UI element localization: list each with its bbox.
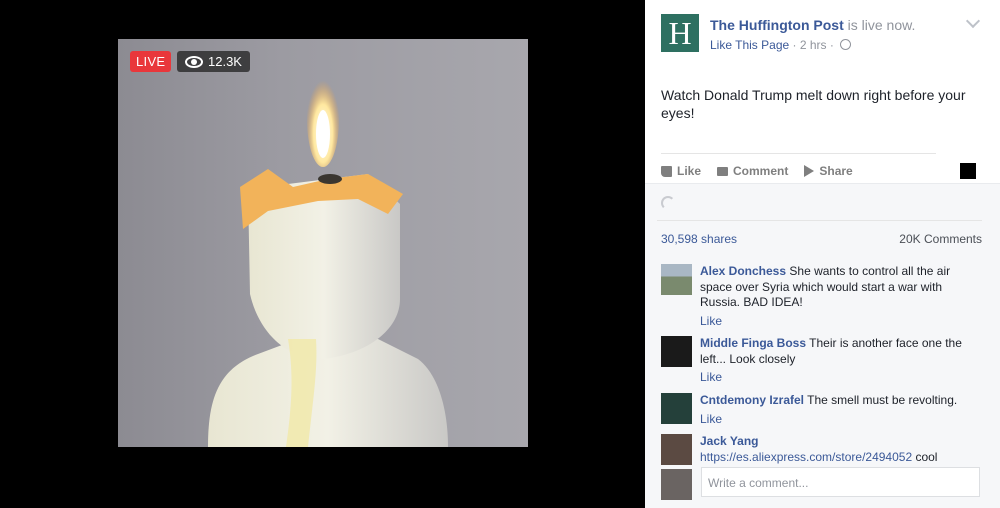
eye-icon xyxy=(185,55,203,68)
comments-section: 30,598 shares 20K Comments Alex Donchess… xyxy=(645,183,1000,508)
comment-text: The smell must be revolting. xyxy=(807,393,958,407)
avatar[interactable] xyxy=(661,336,692,367)
share-label: Share xyxy=(819,164,853,178)
comment-body: Middle Finga Boss Their is another face … xyxy=(700,336,965,386)
comment-like-link[interactable]: Like xyxy=(700,370,965,386)
comments-count[interactable]: 20K Comments xyxy=(899,232,982,246)
thumbs-up-icon xyxy=(661,165,672,177)
comment-like-link[interactable]: Like xyxy=(700,314,965,330)
share-icon xyxy=(804,165,815,177)
comment-icon xyxy=(717,166,729,176)
comment-author[interactable]: Alex Donchess xyxy=(700,264,786,278)
comment-input[interactable]: Write a comment... xyxy=(701,467,980,497)
view-count: 12.3K xyxy=(208,54,242,69)
globe-icon xyxy=(840,39,852,50)
page-avatar[interactable]: H xyxy=(661,14,699,52)
comment-text: cool xyxy=(912,449,938,464)
candle-image xyxy=(208,71,448,447)
avatar[interactable] xyxy=(661,393,692,424)
action-bar: Like Comment Share xyxy=(661,153,936,186)
like-page-link[interactable]: Like This Page xyxy=(710,38,789,52)
comment-author[interactable]: Middle Finga Boss xyxy=(700,336,806,350)
comment-author[interactable]: Cntdemony Izrafel xyxy=(700,393,804,407)
comment-link[interactable]: https://es.aliexpress.com/store/2494052 xyxy=(700,450,912,464)
page-name-link[interactable]: The Huffington Post xyxy=(710,17,844,33)
like-button[interactable]: Like xyxy=(661,164,701,178)
comment-button[interactable]: Comment xyxy=(717,164,788,178)
live-badge: LIVE xyxy=(130,51,172,72)
comment-like-link[interactable]: Like xyxy=(700,412,965,428)
share-button[interactable]: Share xyxy=(804,164,853,178)
comment-body: Cntdemony Izrafel The smell must be revo… xyxy=(700,393,965,427)
comment-body: Alex Donchess She wants to control all t… xyxy=(700,264,965,329)
post-time[interactable]: · 2 hrs · xyxy=(789,38,837,52)
post-panel: H The Huffington Post is live now. Like … xyxy=(645,0,1000,508)
chevron-down-icon[interactable] xyxy=(965,13,981,29)
loading-spinner-icon xyxy=(661,196,675,210)
view-count-badge: 12.3K xyxy=(177,51,250,72)
comment-body: Jack Yang https://es.aliexpress.com/stor… xyxy=(700,434,965,465)
current-user-avatar xyxy=(661,469,692,500)
live-status-text: is live now. xyxy=(843,17,916,33)
live-video[interactable]: LIVE 12.3K xyxy=(118,39,528,447)
comment-label: Comment xyxy=(733,164,789,178)
black-square xyxy=(960,163,976,179)
post-header: The Huffington Post is live now. xyxy=(710,17,915,33)
post-meta: Like This Page · 2 hrs · xyxy=(710,38,852,52)
like-label: Like xyxy=(677,164,702,178)
comment-author[interactable]: Jack Yang xyxy=(700,434,965,450)
video-panel: LIVE 12.3K xyxy=(0,0,645,507)
post-text: Watch Donald Trump melt down right befor… xyxy=(661,87,966,121)
avatar[interactable] xyxy=(661,264,692,295)
divider xyxy=(657,220,982,221)
avatar[interactable] xyxy=(661,434,692,465)
shares-count[interactable]: 30,598 shares xyxy=(661,232,737,246)
